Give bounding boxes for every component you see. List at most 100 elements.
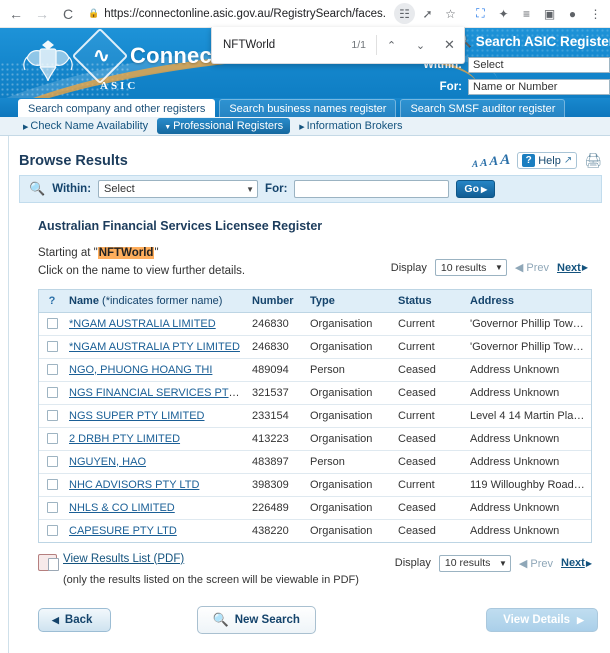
extension-blue-icon[interactable]: ⛶ bbox=[470, 3, 491, 24]
row-name-link[interactable]: NGS SUPER PTY LIMITED bbox=[69, 410, 205, 422]
table-row[interactable]: NGS SUPER PTY LIMITED 233154 Organisation C… bbox=[39, 404, 591, 428]
row-checkbox-cell[interactable] bbox=[39, 381, 65, 405]
table-row[interactable]: NHLS & CO LIMITED 226489 Organisation Cease… bbox=[39, 496, 591, 520]
profile-avatar-icon[interactable]: ● bbox=[562, 3, 583, 24]
row-checkbox-cell[interactable] bbox=[39, 312, 65, 336]
subnav-information-brokers[interactable]: ▶ Information Brokers bbox=[294, 119, 407, 133]
row-checkbox[interactable] bbox=[46, 341, 58, 353]
display-count-select-bottom[interactable]: 10 results ▼ bbox=[438, 554, 511, 572]
row-checkbox-cell[interactable] bbox=[39, 335, 65, 359]
reading-list-icon[interactable]: ≡ bbox=[516, 3, 537, 24]
for-input[interactable] bbox=[294, 180, 450, 198]
table-row[interactable]: NHC ADVISORS PTY LTD 398309 Organisation Cu… bbox=[39, 473, 591, 497]
cell-name[interactable]: NGO, PHUONG HOANG THI bbox=[65, 358, 248, 382]
help-button[interactable]: ? Help ↗ bbox=[517, 152, 578, 169]
text-size-largest-icon[interactable]: A bbox=[500, 152, 510, 169]
row-checkbox[interactable] bbox=[46, 364, 58, 376]
row-name-link[interactable]: 2 DRBH PTY LIMITED bbox=[69, 433, 180, 445]
text-size-smallest-icon[interactable]: A bbox=[472, 159, 478, 169]
text-size-small-icon[interactable]: A bbox=[480, 157, 487, 169]
find-previous-icon[interactable]: ⌃ bbox=[377, 27, 406, 63]
row-name-link[interactable]: NGUYEN, HAO bbox=[69, 456, 146, 468]
cell-name[interactable]: NGUYEN, HAO bbox=[65, 450, 248, 474]
table-row[interactable]: *NGAM AUSTRALIA LIMITED 246830 Organisatio… bbox=[39, 312, 591, 336]
tab-search-business-names[interactable]: Search business names register bbox=[219, 99, 397, 117]
tab-search-smsf-auditor[interactable]: Search SMSF auditor register bbox=[400, 99, 566, 117]
display-count-select-top[interactable]: 10 results ▼ bbox=[434, 259, 507, 276]
column-address[interactable]: Address bbox=[466, 289, 591, 313]
row-checkbox[interactable] bbox=[46, 525, 58, 537]
cell-name[interactable]: 2 DRBH PTY LIMITED bbox=[65, 427, 248, 451]
row-name-link[interactable]: *NGAM AUSTRALIA LIMITED bbox=[69, 318, 216, 330]
table-row[interactable]: NGO, PHUONG HOANG THI 489094 Person Ceased A… bbox=[39, 358, 591, 382]
find-close-icon[interactable]: ✕ bbox=[435, 27, 464, 63]
row-checkbox-cell[interactable] bbox=[39, 519, 65, 542]
view-details-button[interactable]: View Details ▶ bbox=[486, 608, 598, 632]
row-name-link[interactable]: NGS FINANCIAL SERVICES PTY LTD bbox=[69, 387, 248, 399]
browser-forward-button[interactable]: → bbox=[30, 2, 54, 26]
row-checkbox[interactable] bbox=[46, 410, 58, 422]
browser-reload-button[interactable]: C bbox=[56, 2, 80, 26]
row-checkbox[interactable] bbox=[46, 433, 58, 445]
text-size-controls[interactable]: A A A A bbox=[472, 152, 510, 169]
table-row[interactable]: CAPESURE PTY LTD 438220 Organisation Ceased… bbox=[39, 519, 591, 542]
column-status[interactable]: Status bbox=[394, 289, 466, 313]
extensions-puzzle-icon[interactable]: ✦ bbox=[493, 3, 514, 24]
print-icon[interactable]: 🖨 bbox=[584, 152, 602, 169]
tab-search-company[interactable]: Search company and other registers bbox=[18, 99, 216, 117]
column-name[interactable]: Name (*indicates former name) bbox=[65, 289, 248, 313]
share-icon[interactable]: ➚ bbox=[417, 3, 438, 24]
row-checkbox-cell[interactable] bbox=[39, 473, 65, 497]
row-checkbox[interactable] bbox=[46, 502, 58, 514]
view-results-pdf-link[interactable]: View Results List (PDF) bbox=[63, 553, 359, 565]
row-name-link[interactable]: CAPESURE PTY LTD bbox=[69, 525, 177, 537]
header-for-input[interactable]: Name or Number bbox=[468, 79, 610, 95]
prev-link-bottom[interactable]: ◀ Prev bbox=[519, 557, 553, 570]
cell-name[interactable]: NGS FINANCIAL SERVICES PTY LTD bbox=[65, 381, 248, 405]
next-link-top[interactable]: Next ▶ bbox=[557, 262, 588, 274]
header-within-select[interactable]: Select bbox=[468, 57, 610, 73]
cell-name[interactable]: NGS SUPER PTY LIMITED bbox=[65, 404, 248, 428]
cell-name[interactable]: *NGAM AUSTRALIA LIMITED bbox=[65, 312, 248, 336]
column-help[interactable]: ? bbox=[39, 289, 65, 313]
row-checkbox-cell[interactable] bbox=[39, 496, 65, 520]
reader-mode-icon[interactable]: ☷ bbox=[394, 3, 415, 24]
chrome-menu-icon[interactable]: ⋮ bbox=[585, 3, 606, 24]
next-link-bottom[interactable]: Next ▶ bbox=[561, 557, 592, 569]
cell-name[interactable]: NHLS & CO LIMITED bbox=[65, 496, 248, 520]
row-checkbox[interactable] bbox=[46, 456, 58, 468]
go-button[interactable]: Go ▶ bbox=[456, 180, 496, 198]
address-bar[interactable]: 🔒 https://connectonline.asic.gov.au/Regi… bbox=[82, 3, 392, 24]
find-input[interactable]: NFTWorld bbox=[212, 39, 351, 51]
column-number[interactable]: Number bbox=[248, 289, 306, 313]
bookmark-star-icon[interactable]: ☆ bbox=[440, 3, 461, 24]
table-row[interactable]: 2 DRBH PTY LIMITED 413223 Organisation Ceas… bbox=[39, 427, 591, 451]
cell-name[interactable]: *NGAM AUSTRALIA PTY LIMITED bbox=[65, 335, 248, 359]
row-checkbox-cell[interactable] bbox=[39, 450, 65, 474]
row-checkbox-cell[interactable] bbox=[39, 427, 65, 451]
side-panel-icon[interactable]: ▣ bbox=[539, 3, 560, 24]
row-checkbox[interactable] bbox=[46, 387, 58, 399]
row-checkbox[interactable] bbox=[46, 318, 58, 330]
subnav-check-name-availability[interactable]: ▶ Check Name Availability bbox=[18, 119, 153, 133]
row-checkbox-cell[interactable] bbox=[39, 358, 65, 382]
table-row[interactable]: *NGAM AUSTRALIA PTY LIMITED 246830 Organis… bbox=[39, 335, 591, 359]
find-next-icon[interactable]: ⌄ bbox=[406, 27, 435, 63]
row-name-link[interactable]: *NGAM AUSTRALIA PTY LIMITED bbox=[69, 341, 240, 353]
row-name-link[interactable]: NHC ADVISORS PTY LTD bbox=[69, 479, 199, 491]
within-select[interactable]: Select ▼ bbox=[98, 180, 259, 198]
row-checkbox[interactable] bbox=[46, 479, 58, 491]
cell-name[interactable]: CAPESURE PTY LTD bbox=[65, 519, 248, 542]
row-checkbox-cell[interactable] bbox=[39, 404, 65, 428]
row-name-link[interactable]: NGO, PHUONG HOANG THI bbox=[69, 364, 212, 376]
column-type[interactable]: Type bbox=[306, 289, 394, 313]
text-size-large-icon[interactable]: A bbox=[490, 153, 499, 169]
browser-back-button[interactable]: ← bbox=[4, 2, 28, 26]
back-button[interactable]: ◀ Back bbox=[38, 608, 112, 632]
cell-name[interactable]: NHC ADVISORS PTY LTD bbox=[65, 473, 248, 497]
prev-link-top[interactable]: ◀ Prev bbox=[515, 261, 549, 274]
new-search-button[interactable]: 🔍 New Search bbox=[196, 606, 316, 634]
subnav-professional-registers[interactable]: ▼ Professional Registers bbox=[157, 118, 291, 134]
table-row[interactable]: NGUYEN, HAO 483897 Person Ceased Address Unk… bbox=[39, 450, 591, 474]
row-name-link[interactable]: NHLS & CO LIMITED bbox=[69, 502, 175, 514]
